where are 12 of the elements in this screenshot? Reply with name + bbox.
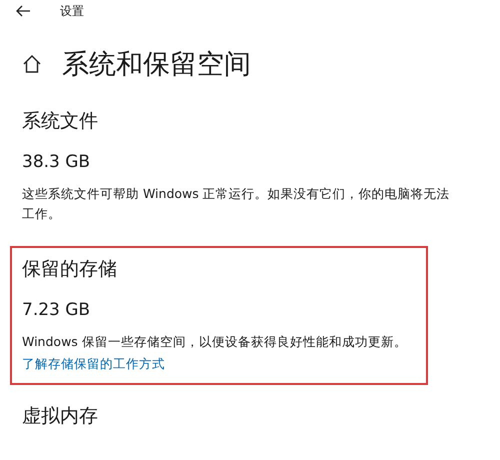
home-icon: [22, 54, 42, 74]
window-title: 设置: [60, 2, 84, 20]
back-icon[interactable]: [16, 5, 30, 17]
page-title: 系统和保留空间: [62, 48, 251, 82]
description-text: 这些系统文件可帮助 Windows 正常运行。如果没有它们，你的电脑将无法工作。: [22, 185, 451, 223]
section-heading: 系统文件: [22, 109, 99, 134]
size-value: 38.3 GB: [22, 152, 92, 172]
section-heading: 虚拟内存: [22, 404, 99, 429]
section-heading: 保留的存储: [22, 257, 118, 282]
description-text: Windows 保留一些存储空间，以便设备获得良好性能和成功更新。: [22, 333, 408, 351]
learn-more-link[interactable]: 了解存储保留的工作方式: [22, 356, 165, 373]
size-value: 7.23 GB: [22, 300, 92, 320]
